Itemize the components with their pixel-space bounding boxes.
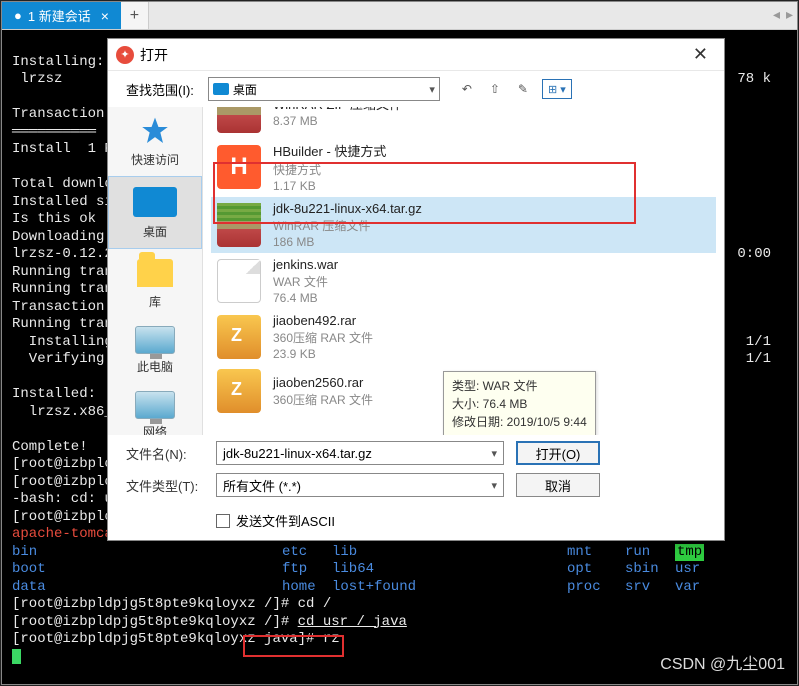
file-name: jiaoben492.rar xyxy=(273,313,373,328)
annotation-highlight-rz xyxy=(243,635,344,657)
network-icon xyxy=(135,391,175,419)
lookin-value: 桌面 xyxy=(233,81,257,98)
filetype-label: 文件类型(T): xyxy=(126,476,204,495)
file-name: jenkins.war xyxy=(273,257,338,272)
rar-file-icon xyxy=(217,107,261,133)
tab-prev-icon[interactable]: ◂ xyxy=(773,6,780,23)
file-name: jiaoben2560.rar xyxy=(273,375,373,390)
computer-icon xyxy=(135,326,175,354)
file-name: HBuilder - 快捷方式 xyxy=(273,141,386,160)
file-tooltip: 类型: WAR 文件 大小: 76.4 MB 修改日期: 2019/10/5 9… xyxy=(443,371,596,435)
place-network[interactable]: 网络 xyxy=(108,383,202,435)
place-quick-access[interactable]: 快速访问 xyxy=(108,109,202,176)
filename-label: 文件名(N): xyxy=(126,444,204,463)
back-icon[interactable]: ↶ xyxy=(458,80,476,98)
watermark: CSDN @九尘001 xyxy=(660,650,785,674)
file-size: 8.37 MB xyxy=(273,114,402,128)
zip360-file-icon xyxy=(217,369,261,413)
file-size: 23.9 KB xyxy=(273,347,373,361)
session-tab[interactable]: ● 1 新建会话 × xyxy=(2,2,121,29)
places-sidebar: 快速访问 桌面 库 此电脑 网络 xyxy=(108,107,203,435)
dialog-title: 打开 xyxy=(140,45,685,65)
chevron-down-icon: ▾ xyxy=(491,447,497,460)
file-item[interactable]: jenkins.warWAR 文件76.4 MB xyxy=(211,253,716,309)
ascii-checkbox[interactable] xyxy=(216,514,230,528)
dialog-titlebar[interactable]: ✦ 打开 ✕ xyxy=(108,39,724,71)
file-type: 360压缩 RAR 文件 xyxy=(273,391,373,408)
chevron-down-icon: ▾ xyxy=(491,479,497,492)
desktop-big-icon xyxy=(133,187,177,217)
file-type: WAR 文件 xyxy=(273,273,338,290)
place-thispc[interactable]: 此电脑 xyxy=(108,318,202,383)
view-mode-button[interactable]: ⊞ ▾ xyxy=(542,79,572,99)
app-icon: ✦ xyxy=(116,46,134,64)
terminal-cursor xyxy=(12,649,21,664)
file-item[interactable]: jiaoben492.rar360压缩 RAR 文件23.9 KB xyxy=(211,309,716,365)
lookin-label: 查找范围(I): xyxy=(126,80,194,99)
file-size: 76.4 MB xyxy=(273,291,338,305)
cancel-button[interactable]: 取消 xyxy=(516,473,600,497)
open-button[interactable]: 打开(O) xyxy=(516,441,600,465)
ascii-label: 发送文件到ASCII xyxy=(236,511,335,530)
tab-title: 1 新建会话 xyxy=(28,6,91,25)
new-folder-icon[interactable]: ✎ xyxy=(514,80,532,98)
up-icon[interactable]: ⇧ xyxy=(486,80,504,98)
place-desktop[interactable]: 桌面 xyxy=(108,176,202,249)
chevron-down-icon: ▾ xyxy=(429,83,435,96)
file-item[interactable]: WinRAR ZIP 压缩文件8.37 MB xyxy=(211,107,716,137)
zip360-file-icon xyxy=(217,315,261,359)
star-icon xyxy=(139,115,171,147)
tab-status-dot: ● xyxy=(14,8,22,23)
folder-icon xyxy=(137,259,173,287)
new-tab-button[interactable]: + xyxy=(121,2,149,29)
file-open-dialog: ✦ 打开 ✕ 查找范围(I): 桌面 ▾ ↶ ⇧ ✎ ⊞ ▾ 快速访问 桌面 xyxy=(107,38,725,541)
file-size: 186 MB xyxy=(273,235,422,249)
file-type: 360压缩 RAR 文件 xyxy=(273,329,373,346)
close-icon[interactable]: ✕ xyxy=(685,42,716,67)
filetype-combo[interactable]: 所有文件 (*.*) ▾ xyxy=(216,473,504,497)
file-listing[interactable]: WinRAR ZIP 压缩文件8.37 MBHHBuilder - 快捷方式快捷… xyxy=(203,107,724,435)
war-file-icon xyxy=(217,259,261,303)
tab-next-icon[interactable]: ▸ xyxy=(786,6,793,23)
lookin-combo[interactable]: 桌面 ▾ xyxy=(208,77,440,101)
tab-close-icon[interactable]: × xyxy=(101,8,109,24)
file-name: WinRAR ZIP 压缩文件 xyxy=(273,107,402,113)
place-library[interactable]: 库 xyxy=(108,249,202,318)
annotation-highlight-file xyxy=(213,162,636,224)
filename-input[interactable]: jdk-8u221-linux-x64.tar.gz ▾ xyxy=(216,441,504,465)
desktop-icon xyxy=(213,83,229,95)
